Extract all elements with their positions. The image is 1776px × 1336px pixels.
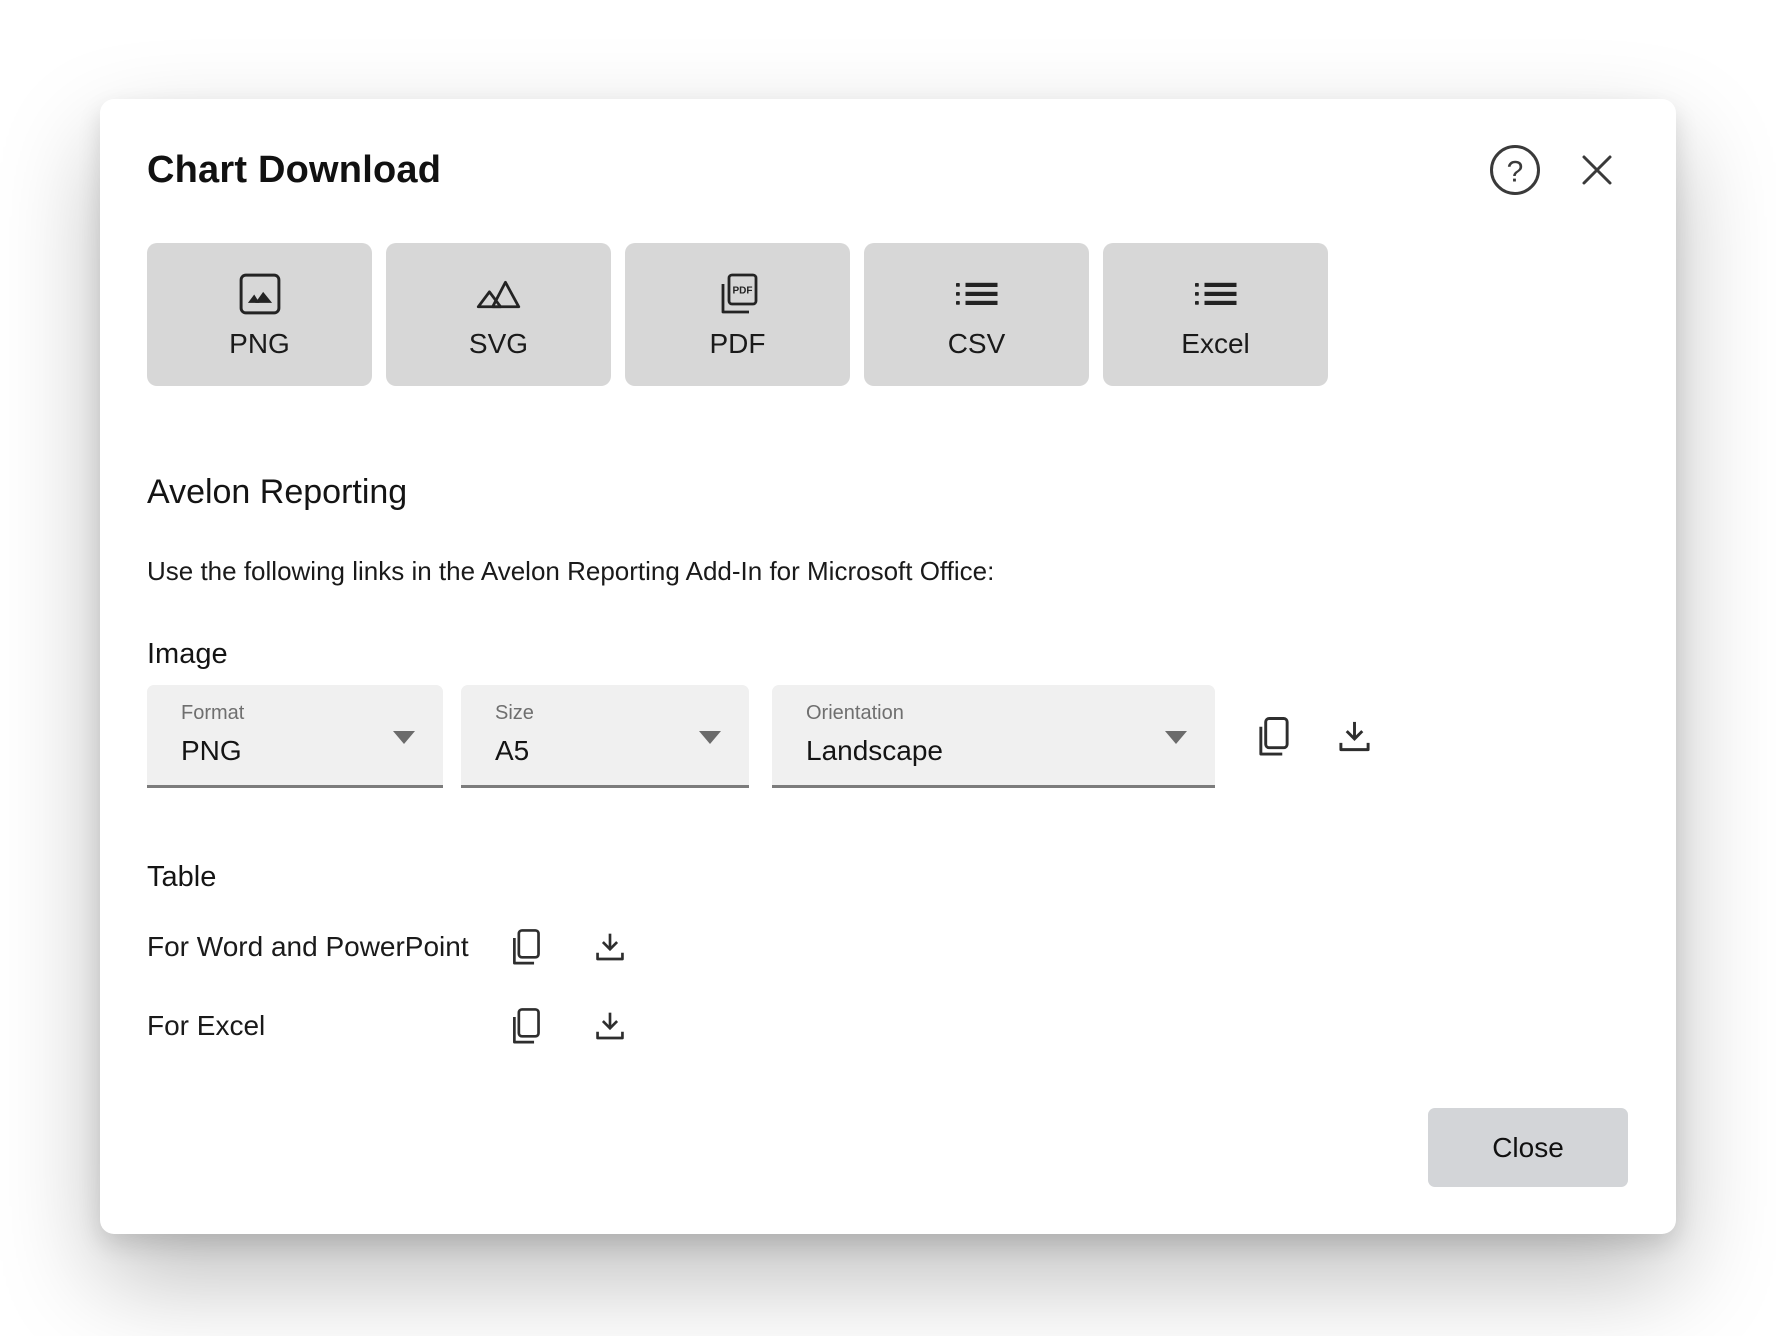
close-dialog-button[interactable] bbox=[1570, 143, 1624, 197]
chart-download-dialog: Chart Download ? bbox=[100, 99, 1676, 1234]
table-row-actions bbox=[509, 927, 627, 967]
download-icon bbox=[593, 1010, 627, 1042]
svg-text:?: ? bbox=[1507, 156, 1524, 189]
mountains-icon bbox=[475, 271, 522, 317]
format-button-label: CSV bbox=[948, 330, 1006, 358]
size-select[interactable]: Size A5 bbox=[461, 685, 749, 788]
download-excel-table-button[interactable] bbox=[593, 1010, 627, 1042]
table-row-excel: For Excel bbox=[147, 1002, 1624, 1050]
download-word-powerpoint-button[interactable] bbox=[593, 931, 627, 963]
download-icon bbox=[1336, 719, 1373, 754]
pdf-badge-text: PDF bbox=[732, 285, 753, 297]
avelon-reporting-heading: Avelon Reporting bbox=[147, 472, 1624, 513]
download-pdf-button[interactable]: PDF PDF bbox=[625, 243, 850, 386]
copy-icon bbox=[1255, 715, 1292, 758]
reporting-description: Use the following links in the Avelon Re… bbox=[147, 555, 1624, 589]
download-icon bbox=[593, 931, 627, 963]
orientation-select[interactable]: Orientation Landscape bbox=[772, 685, 1215, 788]
help-button[interactable]: ? bbox=[1488, 143, 1542, 197]
download-excel-button[interactable]: Excel bbox=[1103, 243, 1328, 386]
image-section-heading: Image bbox=[147, 637, 1624, 672]
download-image-button[interactable] bbox=[1336, 719, 1373, 754]
close-x-icon bbox=[1577, 150, 1617, 190]
image-options-row: Format PNG Size A5 Orientation Landscape bbox=[147, 685, 1624, 788]
copy-icon bbox=[509, 927, 543, 967]
orientation-select-label: Orientation bbox=[806, 701, 1215, 725]
format-select[interactable]: Format PNG bbox=[147, 685, 443, 788]
download-svg-button[interactable]: SVG bbox=[386, 243, 611, 386]
copy-icon bbox=[509, 1006, 543, 1046]
table-row-label: For Excel bbox=[147, 1010, 509, 1042]
copy-image-link-button[interactable] bbox=[1255, 715, 1292, 758]
chevron-down-icon bbox=[699, 731, 721, 744]
chevron-down-icon bbox=[393, 731, 415, 744]
format-button-label: Excel bbox=[1181, 330, 1249, 358]
format-button-row: PNG SVG PDF bbox=[147, 243, 1624, 386]
format-select-label: Format bbox=[181, 701, 443, 725]
pdf-pages-icon: PDF bbox=[716, 271, 760, 317]
format-button-label: SVG bbox=[469, 330, 528, 358]
copy-excel-link-button[interactable] bbox=[509, 1006, 543, 1046]
chevron-down-icon bbox=[1165, 731, 1187, 744]
orientation-select-value: Landscape bbox=[806, 734, 1215, 768]
format-button-label: PNG bbox=[229, 330, 290, 358]
copy-word-powerpoint-link-button[interactable] bbox=[509, 927, 543, 967]
size-select-label: Size bbox=[495, 701, 749, 725]
table-row-actions bbox=[509, 1006, 627, 1046]
download-csv-button[interactable]: CSV bbox=[864, 243, 1089, 386]
list-icon bbox=[1195, 271, 1237, 317]
table-row-label: For Word and PowerPoint bbox=[147, 931, 509, 963]
image-link-actions bbox=[1255, 715, 1373, 758]
format-button-label: PDF bbox=[710, 330, 766, 358]
dialog-title: Chart Download bbox=[147, 149, 441, 192]
download-png-button[interactable]: PNG bbox=[147, 243, 372, 386]
table-row-word-powerpoint: For Word and PowerPoint bbox=[147, 923, 1624, 971]
table-section-heading: Table bbox=[147, 860, 1624, 895]
list-icon bbox=[956, 271, 998, 317]
screen-background: Chart Download ? bbox=[0, 0, 1776, 1336]
image-icon bbox=[239, 271, 281, 317]
close-button[interactable]: Close bbox=[1428, 1108, 1628, 1187]
help-circle-icon: ? bbox=[1489, 144, 1541, 196]
dialog-header: Chart Download ? bbox=[147, 99, 1624, 197]
